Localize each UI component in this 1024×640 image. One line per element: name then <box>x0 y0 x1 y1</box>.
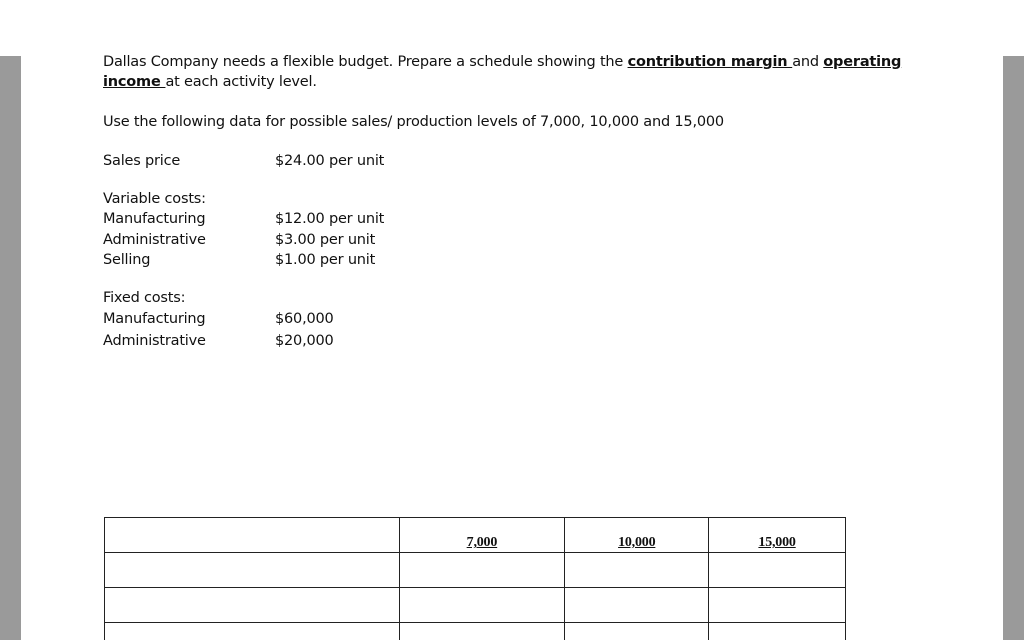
table-cell[interactable] <box>398 622 566 640</box>
sales-price-value: $24.00 per unit <box>275 153 385 169</box>
document-page: Dallas Company needs a flexible budget. … <box>21 0 1003 640</box>
viewer-left-gutter <box>0 56 21 640</box>
table-row <box>104 552 846 588</box>
table-cell[interactable] <box>564 622 710 640</box>
column-header-15000[interactable]: 15,000 <box>708 517 846 553</box>
table-cell[interactable] <box>104 587 400 623</box>
term-operating: operating <box>823 54 902 70</box>
term-income: income <box>103 74 166 90</box>
table-cell[interactable] <box>564 552 710 588</box>
fixed-manufacturing-value: $60,000 <box>275 311 334 327</box>
variable-costs-heading: Variable costs: <box>103 191 206 207</box>
intro-text-2: and <box>792 54 824 70</box>
table-row <box>104 587 846 623</box>
intro-text-1: Dallas Company needs a flexible budget. … <box>103 54 628 70</box>
sales-price-label: Sales price <box>103 153 181 169</box>
table-cell[interactable] <box>564 587 710 623</box>
table-row <box>104 622 846 640</box>
intro-text-3: at each activity level. <box>165 74 317 90</box>
table-cell[interactable] <box>708 587 846 623</box>
table-cell[interactable] <box>708 622 846 640</box>
fixed-manufacturing-label: Manufacturing <box>103 311 206 327</box>
fixed-administrative-value: $20,000 <box>275 333 334 349</box>
table-cell[interactable] <box>398 587 566 623</box>
fixed-administrative-label: Administrative <box>103 333 206 349</box>
variable-administrative-value: $3.00 per unit <box>275 232 376 248</box>
variable-selling-value: $1.00 per unit <box>275 252 376 268</box>
variable-manufacturing-value: $12.00 per unit <box>275 211 385 227</box>
viewer-right-gutter <box>1003 56 1024 640</box>
term-contribution-margin: contribution margin <box>627 54 793 70</box>
column-header-7000[interactable]: 7,000 <box>398 517 566 553</box>
column-header-10000[interactable]: 10,000 <box>564 517 710 553</box>
instruction-text: Use the following data for possible sale… <box>103 114 724 130</box>
table-cell[interactable] <box>104 622 400 640</box>
table-cell[interactable] <box>708 552 846 588</box>
table-cell[interactable] <box>104 517 400 553</box>
variable-manufacturing-label: Manufacturing <box>103 211 206 227</box>
fixed-costs-heading: Fixed costs: <box>103 290 186 306</box>
variable-selling-label: Selling <box>103 252 151 268</box>
variable-administrative-label: Administrative <box>103 232 206 248</box>
document-viewer: Dallas Company needs a flexible budget. … <box>0 0 1024 640</box>
table-cell[interactable] <box>104 552 400 588</box>
table-cell[interactable] <box>398 552 566 588</box>
flexible-budget-schedule-table: 7,000 10,000 15,000 <box>104 517 846 640</box>
table-header-row: 7,000 10,000 15,000 <box>104 517 846 553</box>
intro-line-2: income at each activity level. <box>103 73 317 91</box>
intro-line-1: Dallas Company needs a flexible budget. … <box>103 53 901 71</box>
